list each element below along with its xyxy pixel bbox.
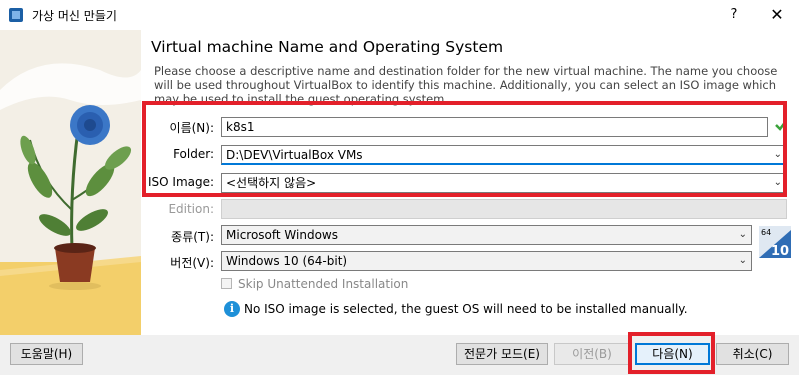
plant-illustration — [0, 30, 141, 335]
next-highlight — [628, 332, 715, 374]
skip-unattended-checkbox[interactable] — [221, 278, 232, 289]
help-button[interactable]: 도움말(H) — [10, 343, 83, 365]
window-title: 가상 머신 만들기 — [32, 9, 117, 23]
help-title-button[interactable]: ? — [722, 3, 746, 27]
os-badge-bits: 64 — [761, 228, 771, 237]
version-value: Windows 10 (64-bit) — [226, 254, 348, 268]
type-value: Microsoft Windows — [226, 228, 338, 242]
os-badge-version: 10 — [771, 244, 789, 258]
skip-unattended-label: Skip Unattended Installation — [238, 277, 409, 291]
type-combo[interactable]: Microsoft Windows ⌄ — [221, 225, 752, 245]
edition-combo — [221, 199, 787, 219]
wizard-illustration — [0, 30, 141, 335]
chevron-down-icon[interactable]: ⌄ — [739, 226, 747, 244]
type-label: 종류(T): — [171, 230, 214, 244]
page-title: Virtual machine Name and Operating Syste… — [151, 38, 504, 56]
windows-10-64bit-icon: 64 10 — [759, 226, 791, 258]
close-button[interactable]: ✕ — [762, 3, 792, 27]
chevron-down-icon[interactable]: ⌄ — [739, 252, 747, 270]
edition-label: Edition: — [168, 202, 214, 216]
title-bar: 가상 머신 만들기 ? ✕ — [0, 0, 799, 30]
back-button[interactable]: 이전(B) — [554, 343, 630, 365]
page-description: Please choose a descriptive name and des… — [154, 64, 778, 106]
version-combo[interactable]: Windows 10 (64-bit) ⌄ — [221, 251, 752, 271]
expert-mode-button[interactable]: 전문가 모드(E) — [456, 343, 548, 365]
virtualbox-icon — [9, 8, 23, 22]
cancel-button[interactable]: 취소(C) — [716, 343, 789, 365]
info-message: No ISO image is selected, the guest OS w… — [244, 302, 688, 316]
info-icon: i — [224, 301, 240, 317]
version-label: 버전(V): — [170, 256, 214, 270]
form-highlight — [142, 101, 787, 197]
